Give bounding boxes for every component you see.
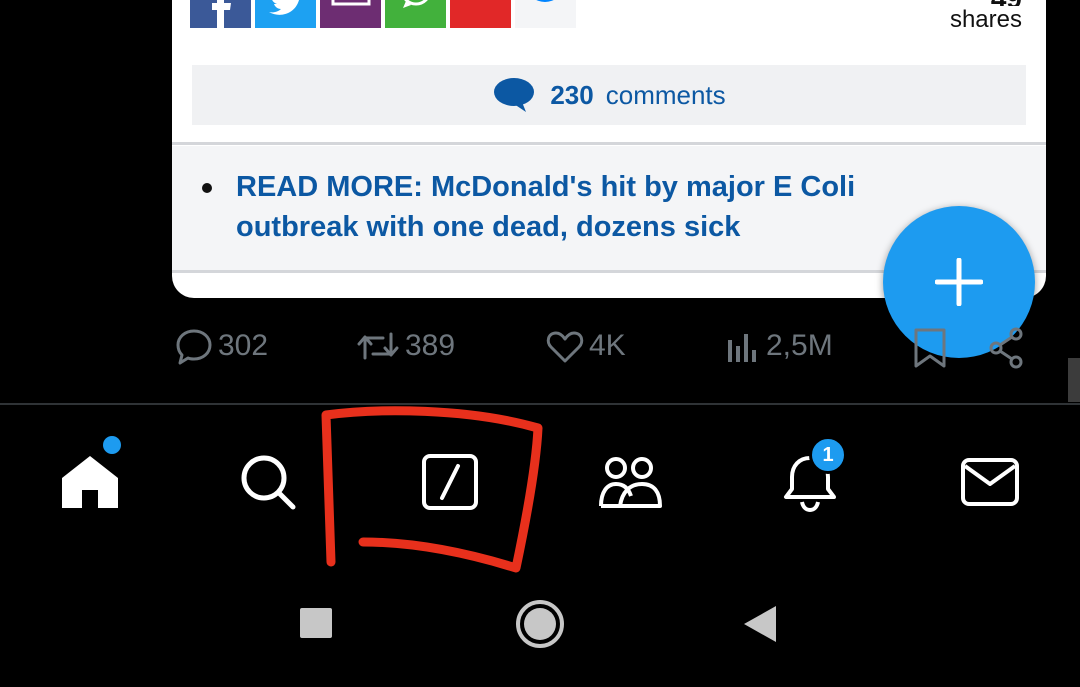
flipboard-share-button[interactable] — [450, 0, 511, 28]
search-icon — [241, 455, 296, 510]
read-more-link[interactable]: READ MORE: McDonald's hit by major E Col… — [236, 167, 976, 247]
retweet-count: 389 — [405, 329, 456, 362]
reply-button[interactable]: 302 — [174, 326, 268, 366]
home-icon — [62, 456, 118, 508]
whatsapp-icon — [385, 0, 446, 28]
share-count-label: shares — [949, 6, 1022, 33]
tab-messages[interactable] — [960, 452, 1020, 512]
views-button[interactable]: 2,5M — [724, 326, 833, 366]
comments-link[interactable]: 230 comments — [192, 65, 1026, 125]
bookmark-button[interactable] — [910, 326, 950, 370]
facebook-icon — [190, 0, 251, 28]
share-count: 49 shares — [950, 0, 1022, 34]
tab-home[interactable] — [60, 452, 120, 512]
comments-label: comments — [605, 79, 726, 110]
tab-search[interactable] — [238, 452, 298, 512]
tweet-actions: 302 389 4K 2,5M — [0, 326, 1080, 376]
retweet-button[interactable]: 389 — [355, 326, 455, 366]
messenger-share-button[interactable] — [515, 0, 576, 28]
bookmark-icon — [914, 328, 946, 368]
home-system-button[interactable] — [514, 598, 566, 650]
retweet-icon — [357, 332, 399, 360]
bullet — [202, 183, 212, 193]
speech-bubble-icon — [494, 78, 535, 112]
share-button[interactable] — [986, 326, 1026, 370]
flipboard-icon — [450, 0, 511, 28]
home-unread-dot — [103, 436, 121, 454]
bar-chart-icon — [728, 334, 756, 362]
back-triangle-icon — [744, 606, 776, 642]
back-button[interactable] — [742, 598, 778, 650]
messenger-icon — [536, 0, 554, 2]
envelope-icon — [320, 0, 381, 28]
email-share-button[interactable] — [320, 0, 381, 28]
share-icon — [989, 327, 1023, 369]
like-count: 4K — [589, 329, 626, 362]
heart-icon — [546, 331, 584, 363]
view-count: 2,5M — [766, 329, 833, 362]
reply-icon — [176, 329, 212, 365]
circle-icon — [516, 600, 564, 648]
twitter-icon — [255, 0, 316, 28]
whatsapp-share-button[interactable] — [385, 0, 446, 28]
notifications-badge: 1 — [809, 436, 847, 474]
recent-apps-button[interactable] — [300, 598, 332, 650]
divider — [172, 142, 1046, 145]
facebook-share-button[interactable] — [190, 0, 251, 28]
like-button[interactable]: 4K — [545, 326, 626, 366]
comments-count: 230 — [550, 79, 594, 110]
scrollbar[interactable] — [1068, 358, 1080, 402]
reply-count: 302 — [218, 329, 269, 362]
square-icon — [300, 608, 332, 638]
red-annotation-marker — [321, 406, 543, 573]
envelope-icon — [961, 458, 1019, 506]
communities-icon — [599, 457, 662, 508]
plus-icon — [935, 258, 983, 306]
tab-communities[interactable] — [598, 452, 662, 512]
twitter-share-button[interactable] — [255, 0, 316, 28]
